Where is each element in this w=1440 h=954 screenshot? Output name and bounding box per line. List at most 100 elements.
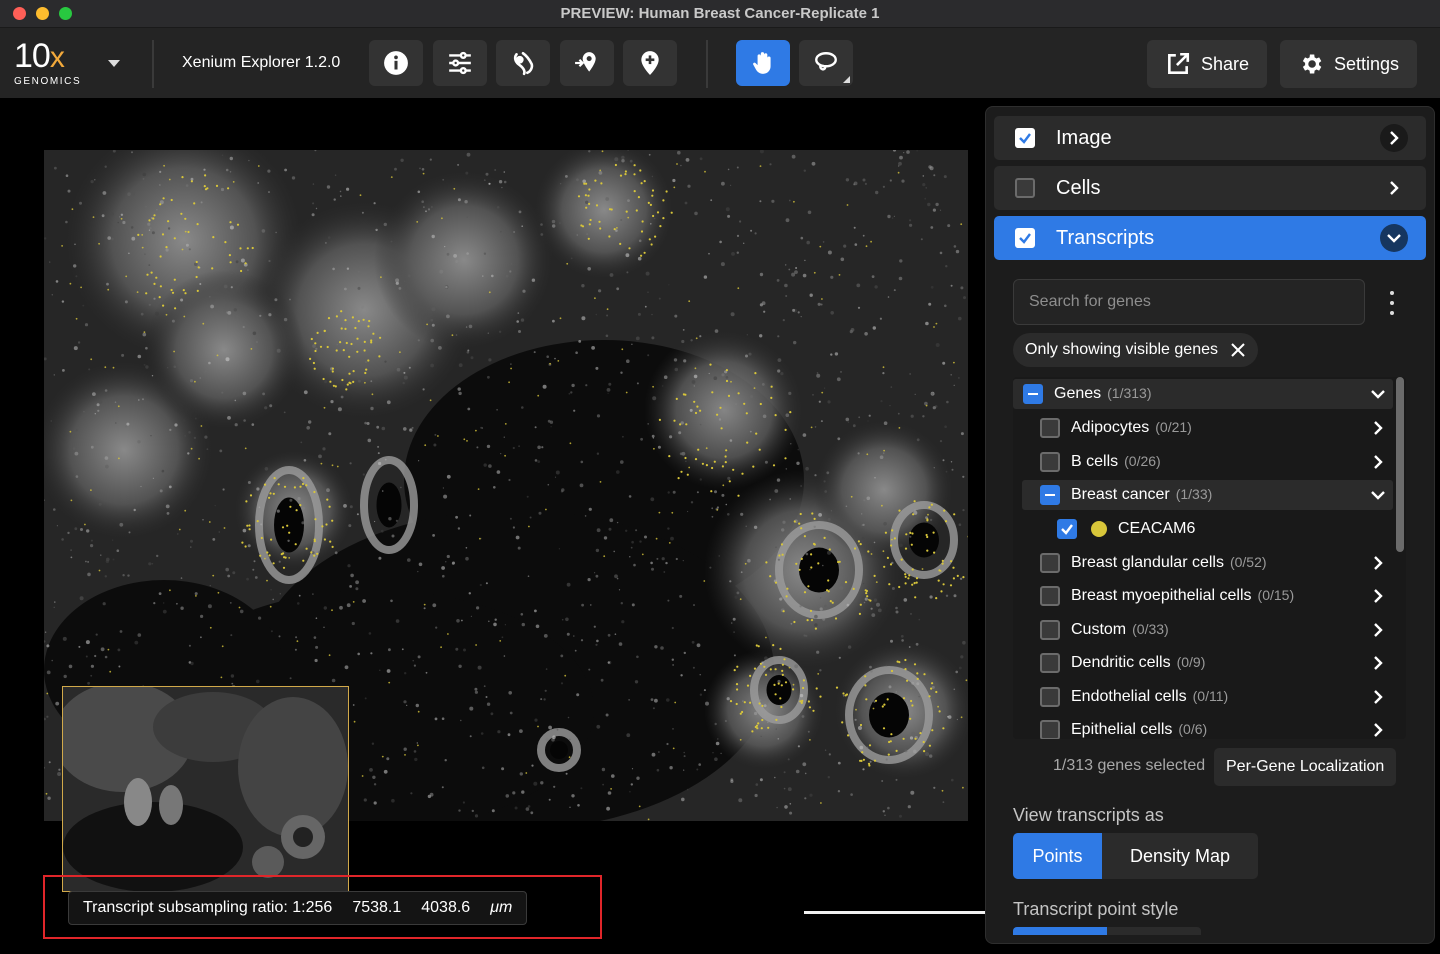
check-icon: [1061, 524, 1073, 535]
chevron-right-icon[interactable]: [1369, 721, 1387, 739]
filter-chip-label: Only showing visible genes: [1025, 341, 1218, 358]
breast-cancer-checkbox[interactable]: [1040, 485, 1060, 505]
visible-genes-filter-chip[interactable]: Only showing visible genes: [1013, 333, 1258, 367]
tree-row-name: CEACAM6: [1118, 520, 1196, 537]
tree-row-adipocytes[interactable]: Adipocytes (0/21): [1013, 413, 1393, 443]
gene-panel-button[interactable]: [496, 40, 550, 86]
layer-image-label: Image: [1056, 126, 1112, 149]
app-name: Xenium Explorer 1.2.0: [182, 54, 341, 71]
view-as-density-map-button[interactable]: Density Map: [1102, 833, 1258, 879]
per-gene-localization-button[interactable]: Per-Gene Localization: [1214, 748, 1397, 786]
hand-pan-icon: [753, 52, 771, 74]
layer-transcripts[interactable]: Transcripts: [994, 216, 1426, 260]
chevron-right-icon[interactable]: [1369, 621, 1387, 639]
layer-image-expand-button[interactable]: [1380, 124, 1408, 152]
tree-row-count: (1/33): [1175, 486, 1213, 502]
tree-row-name: Epithelial cells: [1071, 721, 1173, 738]
tree-row-endothelial-cells[interactable]: Endothelial cells (0/11): [1013, 682, 1393, 712]
adipocytes-checkbox[interactable]: [1040, 418, 1060, 438]
tree-row-name: Breast cancer: [1071, 486, 1170, 503]
view-as-label: View transcripts as: [1013, 805, 1164, 825]
breast-myoepithelial-checkbox[interactable]: [1040, 586, 1060, 606]
layer-cells[interactable]: Cells: [994, 166, 1426, 210]
tree-row-count: (0/9): [1176, 654, 1206, 670]
overview-minimap[interactable]: [62, 686, 349, 892]
chevron-right-icon[interactable]: [1369, 688, 1387, 706]
10x-genomics-logo[interactable]: 10x GENOMICS: [14, 37, 84, 88]
layer-image[interactable]: Image: [994, 116, 1426, 160]
add-location-button[interactable]: [560, 40, 614, 86]
gene-tree: Genes (1/313) Adipocytes (0/21) B cells (0/…: [1013, 377, 1406, 739]
tree-row-breast-myoepithelial-cells[interactable]: Breast myoepithelial cells (0/15): [1013, 581, 1393, 611]
tree-row-count: (0/52): [1229, 554, 1267, 570]
tree-row-breast-cancer[interactable]: Breast cancer (1/33): [1022, 480, 1393, 510]
pan-tool-button[interactable]: [736, 40, 790, 86]
chevron-right-icon: [1390, 131, 1399, 145]
tree-row-b-cells[interactable]: B cells (0/26): [1013, 447, 1393, 477]
tree-row-count: (0/15): [1257, 587, 1295, 603]
settings-label: Settings: [1334, 53, 1400, 74]
layer-cells-expand-button[interactable]: [1380, 174, 1408, 202]
share-icon: [1168, 52, 1190, 74]
chevron-right-icon: [1390, 181, 1399, 195]
ceacam6-checkbox[interactable]: [1057, 519, 1077, 539]
gene-color-swatch[interactable]: [1091, 521, 1107, 537]
layer-cells-checkbox[interactable]: [1015, 178, 1035, 198]
point-style-toggle[interactable]: [1013, 927, 1201, 935]
gene-panel-icon: [513, 51, 534, 76]
tree-row-breast-glandular-cells[interactable]: Breast glandular cells (0/52): [1013, 548, 1393, 578]
logo-menu-chevron-down-icon[interactable]: [108, 60, 120, 67]
custom-checkbox[interactable]: [1040, 620, 1060, 640]
logo-brand: 10x: [14, 37, 65, 75]
share-button[interactable]: Share: [1147, 40, 1268, 88]
tree-row-name: B cells: [1071, 453, 1119, 470]
breast-glandular-checkbox[interactable]: [1040, 553, 1060, 573]
chevron-down-icon[interactable]: [1369, 385, 1387, 403]
tree-row-genes[interactable]: Genes (1/313): [1013, 379, 1393, 409]
b-cells-checkbox[interactable]: [1040, 452, 1060, 472]
tree-row-count: (0/6): [1178, 721, 1208, 737]
tree-row-name: Genes: [1054, 385, 1102, 402]
sliders-icon: [449, 51, 471, 75]
tree-row-epithelial-cells[interactable]: Epithelial cells (0/6): [1013, 715, 1393, 739]
adjust-button[interactable]: [433, 40, 487, 86]
close-icon[interactable]: [1230, 342, 1246, 358]
gear-icon: [1302, 54, 1322, 74]
tree-row-name: Breast glandular cells: [1071, 554, 1224, 571]
settings-button[interactable]: Settings: [1280, 40, 1418, 88]
more-options-icon[interactable]: [1382, 291, 1402, 315]
view-as-points-button[interactable]: Points: [1013, 833, 1102, 879]
tree-row-name: Custom: [1071, 621, 1127, 638]
chevron-right-icon[interactable]: [1369, 654, 1387, 672]
tree-row-name: Dendritic cells: [1071, 654, 1171, 671]
epithelial-checkbox[interactable]: [1040, 720, 1060, 739]
add-location-icon: [575, 52, 596, 72]
check-icon: [1019, 133, 1031, 144]
tree-row-name: Endothelial cells: [1071, 688, 1187, 705]
chevron-right-icon[interactable]: [1369, 453, 1387, 471]
layer-transcripts-checkbox[interactable]: [1015, 228, 1035, 248]
chevron-right-icon[interactable]: [1369, 419, 1387, 437]
gene-tree-scrollbar[interactable]: [1395, 377, 1405, 739]
chevron-right-icon[interactable]: [1369, 587, 1387, 605]
chevron-right-icon[interactable]: [1369, 554, 1387, 572]
tree-row-custom[interactable]: Custom (0/33): [1013, 615, 1393, 645]
layer-image-checkbox[interactable]: [1015, 128, 1035, 148]
scrollbar-thumb[interactable]: [1396, 377, 1404, 552]
layer-transcripts-collapse-button[interactable]: [1380, 224, 1408, 252]
lasso-tool-button[interactable]: [799, 40, 853, 86]
check-icon: [1019, 233, 1031, 244]
tree-row-ceacam6[interactable]: CEACAM6: [1013, 514, 1393, 544]
genes-checkbox[interactable]: [1023, 384, 1043, 404]
chevron-down-icon[interactable]: [1369, 486, 1387, 504]
layer-transcripts-label: Transcripts: [1056, 226, 1155, 249]
map-pin-icon: [641, 51, 659, 75]
add-pin-button[interactable]: [623, 40, 677, 86]
lasso-icon: [815, 52, 837, 71]
info-button[interactable]: [369, 40, 423, 86]
tree-row-dendritic-cells[interactable]: Dendritic cells (0/9): [1013, 648, 1393, 678]
gene-search-input[interactable]: Search for genes: [1013, 279, 1365, 325]
image-viewer-canvas[interactable]: Transcript subsampling ratio: 1:256 7538…: [0, 98, 990, 954]
endothelial-checkbox[interactable]: [1040, 687, 1060, 707]
dendritic-checkbox[interactable]: [1040, 653, 1060, 673]
